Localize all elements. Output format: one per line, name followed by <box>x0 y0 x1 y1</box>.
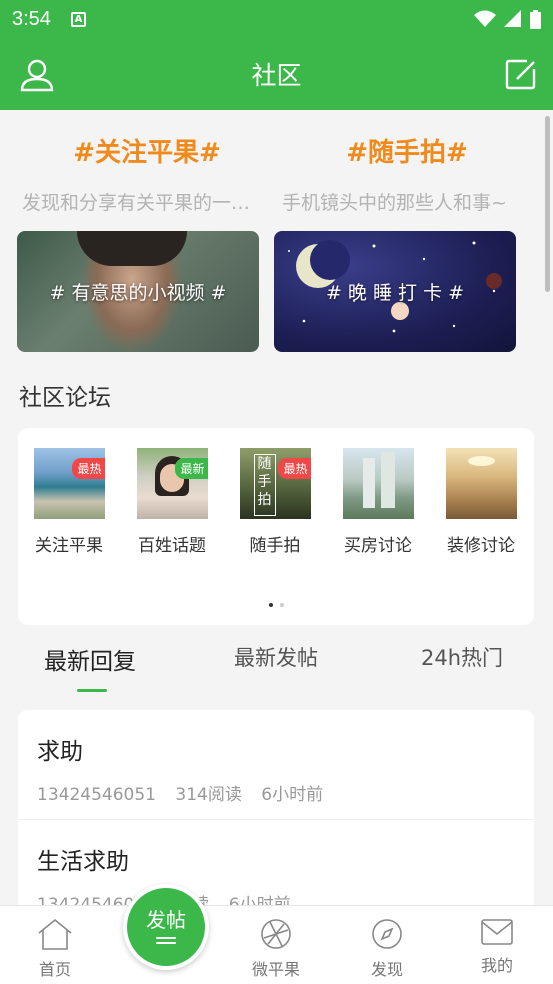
home-icon <box>38 918 72 950</box>
topic-image-1[interactable]: # 有意思的小视频 # <box>17 231 259 352</box>
topic-title-2[interactable]: #随手拍# <box>278 132 536 169</box>
nav-label: 首页 <box>38 960 71 979</box>
topic-image-caption-2: # 晚 睡 打 卡 # <box>325 282 465 304</box>
notification-a-icon: A <box>70 11 86 27</box>
signal-icon <box>504 10 521 27</box>
tab-indicator <box>77 689 107 692</box>
compose-icon[interactable] <box>505 58 537 94</box>
forum-thumb-2: 最新 <box>136 448 208 519</box>
forum-label: 随手拍 <box>249 536 301 556</box>
pager-dots <box>18 603 534 607</box>
tab-latest-reply[interactable]: 最新回复 <box>44 642 136 676</box>
post-author: 13424546051 <box>37 785 156 805</box>
forum-item-zhuangxiu[interactable]: 装修讨论 <box>436 448 526 556</box>
forum-thumb-3: 随手拍 最热 <box>239 448 311 519</box>
forum-card: 最热 关注平果 最新 百姓话题 随手拍 最热 随手拍 买房讨论 装修讨论 <box>18 428 534 625</box>
topic-desc-2: 手机镜头中的那些人和事~ <box>282 192 507 214</box>
pager-dot-active <box>268 603 273 607</box>
nav-home[interactable]: 首页 <box>10 918 100 980</box>
tab-latest-post[interactable]: 最新发帖 <box>234 642 318 672</box>
content-scroll[interactable]: #关注平果# 发现和分享有关平果的一… # 有意思的小视频 # #随手拍# 手机… <box>0 110 553 905</box>
forum-label: 关注平果 <box>35 536 103 556</box>
nav-label: 我的 <box>480 956 513 975</box>
forum-label: 装修讨论 <box>447 536 515 556</box>
post-list: 求助 13424546051 314阅读 6小时前 生活求助 134245460… <box>18 710 534 905</box>
bottom-nav: 首页 微平果 发现 我的 <box>0 905 553 984</box>
new-post-button[interactable]: 发帖 <box>123 884 209 970</box>
nav-label: 发现 <box>370 960 403 979</box>
status-bar: 3:54 A <box>0 0 553 38</box>
forum-item-baixing[interactable]: 最新 百姓话题 <box>127 448 217 556</box>
forum-item-guanzhu[interactable]: 最热 关注平果 <box>24 448 114 556</box>
tab-24h-hot[interactable]: 24h热门 <box>421 642 503 672</box>
battery-icon <box>530 9 541 29</box>
menu-lines-icon <box>156 936 176 947</box>
topic-image-2[interactable]: # 晚 睡 打 卡 # <box>274 231 516 352</box>
topic-title-1[interactable]: #关注平果# <box>18 132 276 169</box>
nav-weipingguo[interactable]: 微平果 <box>231 918 321 980</box>
aperture-icon <box>261 919 291 949</box>
new-post-label: 发帖 <box>146 907 186 932</box>
mail-icon <box>481 919 513 945</box>
user-icon[interactable] <box>20 58 54 96</box>
forum-label: 买房讨论 <box>344 536 412 556</box>
pager-dot <box>279 603 284 607</box>
topic-image-caption-1: # 有意思的小视频 # <box>49 282 227 304</box>
post-time: 6小时前 <box>228 895 291 905</box>
nav-mine[interactable]: 我的 <box>452 918 542 976</box>
forum-thumb-4 <box>342 448 414 519</box>
compass-icon <box>372 919 402 949</box>
status-icons <box>474 9 541 29</box>
status-time: 3:54 <box>12 7 51 30</box>
nav-discover[interactable]: 发现 <box>342 918 432 980</box>
forum-section-title: 社区论坛 <box>19 385 111 411</box>
post-meta: 13424546051 314阅读 6小时前 <box>37 780 337 805</box>
forum-label: 百姓话题 <box>138 536 206 556</box>
post-time: 6小时前 <box>261 785 324 805</box>
nav-label: 微平果 <box>251 960 300 979</box>
forum-thumb-5 <box>445 448 517 519</box>
post-title: 求助 <box>37 739 83 765</box>
app-bar: 社区 <box>0 38 553 110</box>
forum-thumb-1: 最热 <box>33 448 105 519</box>
topic-desc-1: 发现和分享有关平果的一… <box>22 192 251 214</box>
post-title: 生活求助 <box>37 849 129 875</box>
scrollbar[interactable] <box>545 116 550 292</box>
post-item[interactable]: 求助 13424546051 314阅读 6小时前 <box>18 710 534 820</box>
post-reads: 314阅读 <box>175 785 242 805</box>
forum-item-suishoupai[interactable]: 随手拍 最热 随手拍 <box>230 448 320 556</box>
page-title: 社区 <box>251 61 302 90</box>
badge-hot: 最热 <box>72 458 105 479</box>
wifi-icon <box>474 10 496 27</box>
badge-new: 最新 <box>175 458 208 479</box>
badge-hot: 最热 <box>278 458 311 479</box>
post-item[interactable]: 生活求助 13424546051 阅读 6小时前 <box>18 820 534 905</box>
forum-item-maifang[interactable]: 买房讨论 <box>333 448 423 556</box>
